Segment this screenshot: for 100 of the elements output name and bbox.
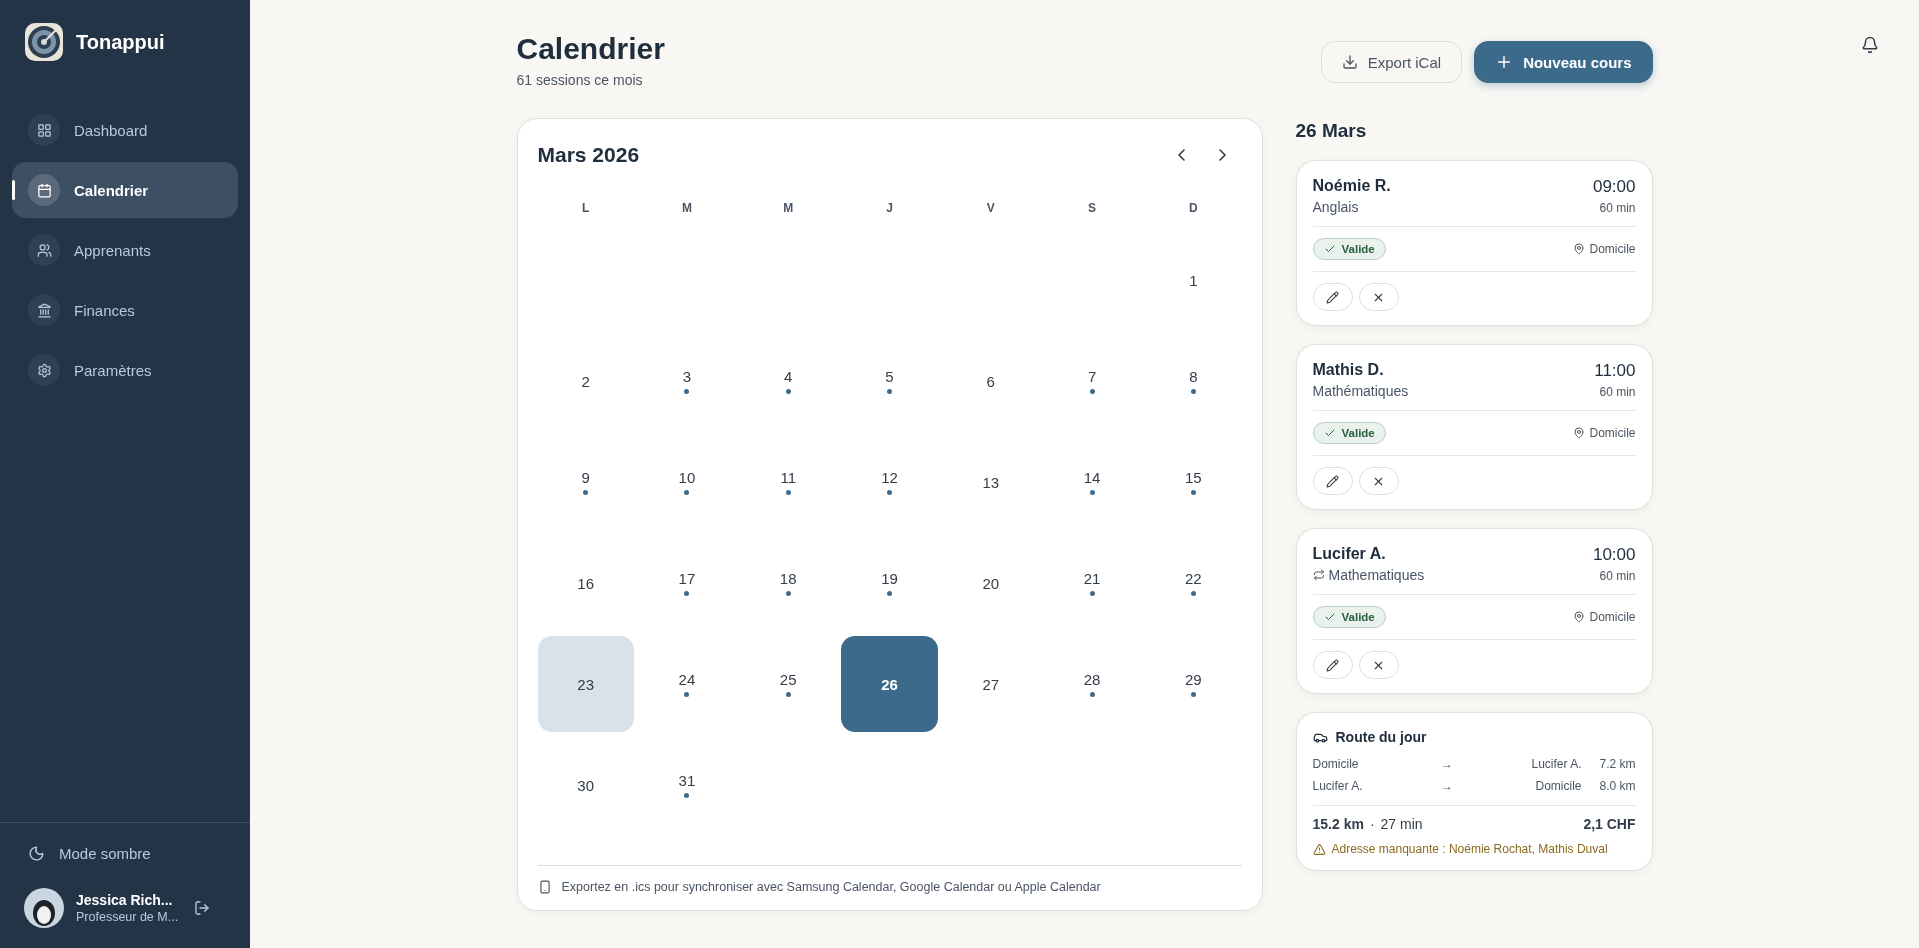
day-cell[interactable]: 13	[942, 434, 1039, 530]
location: Domicile	[1573, 610, 1636, 624]
session-duration: 60 min	[1599, 569, 1636, 583]
day-cell[interactable]: 24	[638, 636, 736, 732]
user-name: Jessica Rich...	[76, 892, 174, 908]
missing-address-warning: Adresse manquante : Noémie Rochat, Mathis Duval	[1312, 842, 1636, 856]
day-cell[interactable]: 11	[740, 434, 837, 530]
session-time: 10:00	[1592, 545, 1636, 565]
route-arrow: →	[1440, 757, 1454, 771]
day-cell[interactable]: 25	[740, 636, 837, 732]
moon-icon	[28, 845, 45, 862]
learner-name: Mathis D.	[1312, 361, 1384, 379]
session-duration: 60 min	[1599, 201, 1636, 215]
route-distance: 8.0 km	[1598, 779, 1636, 793]
day-cell[interactable]: 29	[1145, 636, 1242, 732]
check-icon	[1323, 611, 1336, 623]
new-course-button[interactable]: Nouveau cours	[1474, 41, 1653, 83]
weekday-label: J	[885, 200, 894, 217]
route-to: Lucifer A.	[1530, 757, 1582, 771]
phone-icon	[537, 880, 552, 894]
day-cell[interactable]: 10	[638, 434, 736, 530]
weekday-label: M	[782, 200, 795, 217]
chevron-left-icon	[1177, 149, 1185, 161]
route-from: Domicile	[1312, 757, 1360, 771]
check-icon	[1323, 427, 1336, 439]
route-to: Domicile	[1534, 779, 1582, 793]
weekday-label: V	[985, 200, 996, 217]
day-cell[interactable]: 14	[1043, 434, 1141, 530]
day-cell[interactable]: 28	[1043, 636, 1141, 732]
day-cell[interactable]: 26	[841, 636, 938, 732]
day-cell[interactable]: 16	[537, 535, 634, 631]
export-button[interactable]: Export iCal	[1320, 41, 1463, 83]
page-subtitle: 61 sessions ce mois	[516, 72, 644, 88]
dark-mode-toggle[interactable]: Mode sombre	[24, 841, 226, 866]
pencil-icon	[1326, 290, 1339, 304]
nav-item[interactable]: Calendrier	[12, 162, 238, 218]
day-cell[interactable]: 12	[841, 434, 938, 530]
day-cell[interactable]: 4	[740, 333, 837, 429]
learner-name: Lucifer A.	[1312, 545, 1386, 563]
day-cell[interactable]: 20	[942, 535, 1039, 631]
grid-icon	[36, 122, 52, 138]
route-title: Route du jour	[1312, 729, 1636, 745]
weekday-label: S	[1087, 200, 1098, 217]
download-icon	[1341, 54, 1358, 70]
nav-item[interactable]: Dashboard	[12, 102, 238, 158]
month-title: Mars 2026	[537, 143, 640, 167]
location-pin-icon	[1573, 243, 1586, 255]
edit-button[interactable]	[1312, 651, 1353, 679]
day-cell[interactable]: 21	[1043, 535, 1141, 631]
route-from: Lucifer A.	[1312, 779, 1364, 793]
status-badge: Valide	[1312, 606, 1386, 628]
day-cell[interactable]: 19	[841, 535, 938, 631]
calendar-icon	[36, 182, 52, 198]
day-title: 26 Mars	[1295, 120, 1368, 142]
edit-button[interactable]	[1312, 283, 1353, 311]
day-cell[interactable]: 22	[1145, 535, 1242, 631]
repeat-icon	[1312, 569, 1325, 581]
day-cell[interactable]: 1	[1145, 232, 1242, 328]
route-arrow: →	[1440, 779, 1454, 793]
bell-icon	[1861, 36, 1879, 54]
nav-item[interactable]: Finances	[12, 282, 238, 338]
day-cell[interactable]: 27	[942, 636, 1039, 732]
day-cell[interactable]: 31	[638, 737, 736, 833]
day-cell[interactable]: 15	[1145, 434, 1242, 530]
day-cell[interactable]: 30	[537, 737, 634, 833]
nav-item[interactable]: Apprenants	[12, 222, 238, 278]
subject: Mathématiques	[1312, 383, 1409, 399]
weekday-label: L	[580, 200, 591, 217]
weekday-label: D	[1188, 200, 1199, 217]
day-cell[interactable]: 9	[537, 434, 634, 530]
day-cell[interactable]: 8	[1145, 333, 1242, 429]
day-cell[interactable]: 3	[638, 333, 736, 429]
day-cell[interactable]: 18	[740, 535, 837, 631]
day-cell[interactable]: 6	[942, 333, 1039, 429]
day-cell[interactable]: 2	[537, 333, 634, 429]
route-cost: 2,1 CHF	[1583, 816, 1636, 832]
session-duration: 60 min	[1599, 385, 1636, 399]
location: Domicile	[1573, 242, 1636, 256]
separator-dot: ·	[1369, 816, 1375, 832]
total-time: 27 min	[1380, 816, 1423, 832]
page-title: Calendrier	[516, 32, 665, 66]
chevron-right-icon	[1218, 149, 1226, 161]
status-badge: Valide	[1312, 422, 1386, 444]
pencil-icon	[1326, 474, 1339, 488]
avatar	[24, 888, 64, 928]
day-cell[interactable]: 23	[537, 636, 634, 732]
day-cell[interactable]: 5	[841, 333, 938, 429]
day-cell[interactable]: 17	[638, 535, 736, 631]
day-cell[interactable]: 7	[1043, 333, 1141, 429]
brand-name: Tonappui	[76, 30, 165, 54]
warning-icon	[1312, 842, 1326, 856]
nav-item[interactable]: Paramètres	[12, 342, 238, 398]
subject: Mathematiques	[1312, 567, 1425, 583]
session-time: 11:00	[1594, 361, 1636, 381]
status-badge: Valide	[1312, 238, 1386, 260]
location: Domicile	[1573, 426, 1636, 440]
location-pin-icon	[1573, 611, 1586, 623]
route-distance: 7.2 km	[1598, 757, 1636, 771]
session-time: 09:00	[1592, 177, 1636, 197]
edit-button[interactable]	[1312, 467, 1353, 495]
